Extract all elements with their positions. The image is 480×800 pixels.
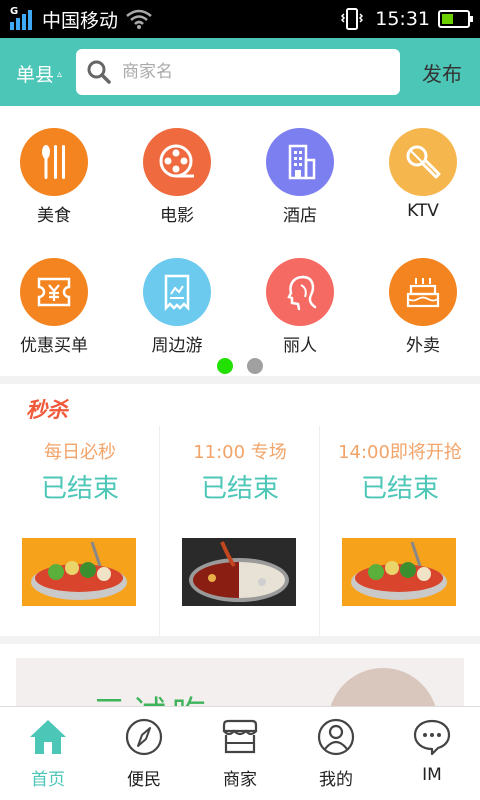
city-name: 单县 [16, 64, 55, 86]
hotpot-image[interactable] [342, 538, 456, 606]
nav-label: 首页 [31, 770, 65, 790]
publish-button[interactable]: 发布 [422, 58, 462, 87]
category-hotel[interactable]: 酒店 [250, 128, 350, 228]
category-ktv[interactable]: KTV [373, 128, 473, 228]
clock: 15:31 [375, 8, 430, 30]
coupon-icon [20, 258, 88, 326]
film-reel-icon [143, 128, 211, 196]
seckill-slot-status: 已结束 [40, 474, 119, 504]
hotpot-image[interactable] [182, 538, 296, 606]
dessert-image [328, 668, 438, 706]
chat-icon [413, 719, 451, 756]
seckill-title: 秒杀 [26, 398, 68, 422]
home-icon [30, 720, 66, 754]
category-label: 优惠买单 [20, 336, 88, 356]
search-input[interactable] [122, 62, 382, 82]
status-bar: G 中国移动 15:31 [0, 0, 480, 38]
vibrate-icon [341, 8, 364, 30]
hotpot-image[interactable] [22, 538, 136, 606]
category-beauty[interactable]: 丽人 [250, 258, 350, 358]
banner-text: 一元试吃 [52, 686, 212, 706]
category-food[interactable]: 美食 [4, 128, 104, 228]
category-label: 周边游 [151, 336, 203, 356]
page-dot-active[interactable] [217, 358, 233, 374]
top-bar: 单县 ▵ 发布 [0, 38, 480, 106]
category-label: 美食 [37, 206, 71, 226]
seckill-slot-time: 11:00 专场 [193, 442, 287, 463]
category-label: 电影 [160, 206, 194, 226]
seckill-slot-time: 每日必秒 [44, 442, 116, 463]
category-nearby-trip[interactable]: 周边游 [127, 258, 227, 358]
fork-knife-icon [20, 128, 88, 196]
nav-label: 便民 [127, 770, 161, 790]
user-icon [317, 718, 355, 756]
seckill-slot-time: 14:00即将开抢 [338, 442, 462, 463]
carrier-name: 中国移动 [42, 9, 119, 32]
seckill-slot-status: 已结束 [360, 474, 439, 504]
building-icon [266, 128, 334, 196]
caret-icon: ▵ [57, 69, 63, 80]
compass-icon [125, 718, 163, 756]
seckill-slot[interactable]: 14:00即将开抢 已结束 [320, 426, 480, 636]
battery-icon [438, 10, 473, 28]
search-box[interactable] [76, 49, 400, 95]
nav-services[interactable]: 便民 [96, 707, 192, 800]
network-type: G [10, 6, 19, 17]
category-label: 外卖 [406, 336, 440, 356]
search-icon [87, 60, 111, 84]
nav-profile[interactable]: 我的 [288, 707, 384, 800]
nav-label: 我的 [319, 770, 353, 790]
category-label: KTV [407, 201, 439, 221]
nav-label: IM [422, 765, 442, 785]
signal-icon: G [10, 6, 34, 30]
page-dot[interactable] [247, 358, 263, 374]
seckill-slot[interactable]: 11:00 专场 已结束 [160, 426, 320, 636]
nav-label: 商家 [223, 770, 257, 790]
lady-profile-icon [266, 258, 334, 326]
seckill-slot[interactable]: 每日必秒 已结束 [0, 426, 160, 636]
page-indicator [0, 358, 480, 374]
category-discount[interactable]: 优惠买单 [4, 258, 104, 358]
category-movie[interactable]: 电影 [127, 128, 227, 228]
city-selector[interactable]: 单县 ▵ [16, 60, 62, 87]
ticket-icon [143, 258, 211, 326]
category-label: 酒店 [283, 206, 317, 226]
category-grid: 美食 电影 酒店 KTV 优惠买单 周边游 丽人 外卖 [0, 106, 480, 376]
app-root: G 中国移动 15:31 单县 ▵ 商家名 发布 美食 电影 酒店 KTV 优惠… [0, 0, 480, 800]
cake-icon [389, 258, 457, 326]
bottom-nav: 首页 便民 商家 我的 IM [0, 706, 480, 800]
nav-home[interactable]: 首页 [0, 707, 96, 800]
category-label: 丽人 [283, 336, 317, 356]
microphone-icon [389, 128, 457, 196]
category-takeout[interactable]: 外卖 [373, 258, 473, 358]
nav-im[interactable]: IM [384, 707, 480, 800]
wifi-icon [126, 9, 152, 29]
seckill-slot-status: 已结束 [200, 474, 279, 504]
shop-icon [222, 719, 258, 754]
seckill-section: 秒杀 每日必秒 已结束 11:00 专场 已结束 14:00即将开抢 已结束 [0, 384, 480, 636]
promo-banner[interactable]: 一元试吃 [0, 644, 480, 706]
nav-merchants[interactable]: 商家 [192, 707, 288, 800]
